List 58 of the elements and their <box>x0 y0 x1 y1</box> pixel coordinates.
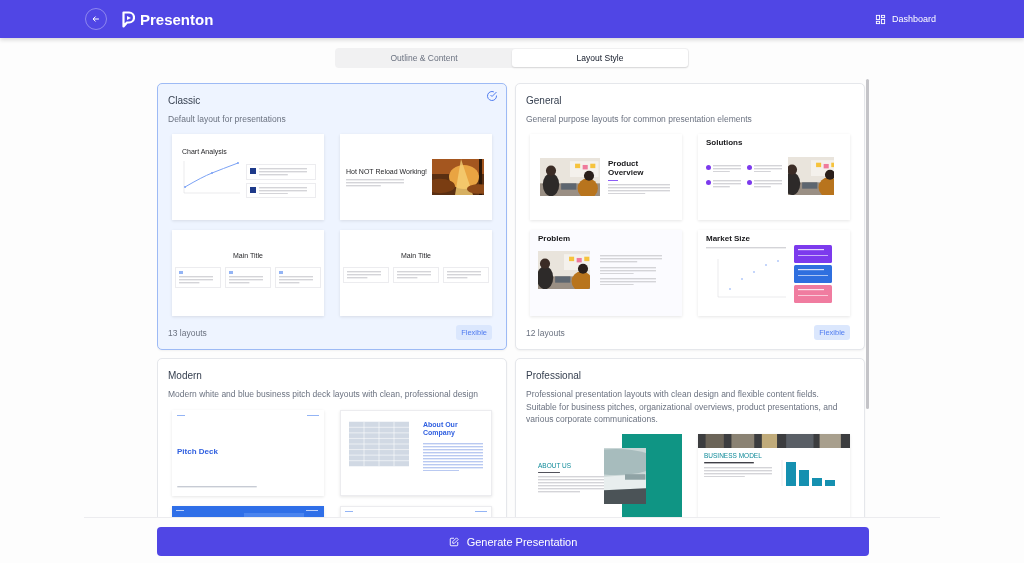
underline-icon <box>608 180 618 181</box>
info-card-drawing <box>794 265 832 284</box>
text-lines-drawing <box>600 278 656 286</box>
layout-description: Default layout for presentations <box>168 113 287 126</box>
square-icon <box>250 168 256 175</box>
text-lines-drawing <box>704 466 772 478</box>
text-lines-drawing <box>346 179 404 187</box>
logo-icon <box>122 10 135 28</box>
text-lines-drawing <box>423 442 483 472</box>
app-logo-text: Presenton <box>140 10 214 28</box>
layout-count: 13 layouts <box>168 327 207 338</box>
layout-description: General purpose layouts for common presentation elements <box>526 113 753 126</box>
text-lines-drawing <box>279 276 313 284</box>
dot-icon <box>747 180 752 186</box>
slide-title: Market Size <box>706 234 752 244</box>
text-lines-drawing <box>608 184 670 195</box>
layout-title: Classic <box>168 95 202 106</box>
info-card-drawing <box>794 285 832 304</box>
slide-title: Product Overview <box>608 160 645 177</box>
text-lines-drawing <box>600 255 662 263</box>
text-lines-drawing <box>538 471 560 474</box>
layout-title: General <box>526 95 563 106</box>
tab[interactable]: Outline & Content <box>336 49 512 67</box>
text-lines-drawing <box>397 271 431 279</box>
text-lines-drawing <box>259 168 307 176</box>
text-lines-drawing <box>600 266 656 274</box>
text-lines-drawing <box>259 186 307 195</box>
layout-description: Professional presentation layouts with clean design and flexible content fields. Suitable for business pitches, organizational overviews, product presentations, and various corporate communications. <box>526 388 839 426</box>
text-lines-drawing <box>347 271 381 279</box>
layout-title: Professional <box>526 370 583 382</box>
dashboard-link[interactable]: Dashboard <box>874 13 936 25</box>
info-card-drawing <box>794 245 832 264</box>
text-lines-drawing <box>229 276 263 284</box>
text-lines-drawing <box>754 164 782 173</box>
layout-count: 12 layouts <box>526 327 565 338</box>
dot-icon <box>706 164 711 170</box>
dot-icon <box>706 180 711 186</box>
slide-title: Pitch Deck <box>177 446 219 456</box>
text-lines-drawing <box>713 164 741 173</box>
back-arrow-icon <box>91 14 101 24</box>
slide-title: Solutions <box>706 138 744 148</box>
text-lines-drawing <box>447 271 481 279</box>
dot-icon <box>747 164 752 170</box>
text-lines-drawing <box>713 180 741 188</box>
check-circle-icon <box>486 90 498 102</box>
text-lines-drawing <box>704 462 754 464</box>
layout-description: Modern white and blue business pitch deck layouts with clean, professional design <box>168 388 479 401</box>
edit-icon <box>448 536 459 547</box>
generate-button[interactable]: Generate Presentation <box>157 527 869 556</box>
layout-title: Modern <box>168 370 203 382</box>
table-drawing <box>349 420 409 467</box>
grid-icon <box>874 13 886 25</box>
text-lines-drawing <box>754 180 782 188</box>
text-lines-drawing <box>179 276 213 284</box>
square-icon <box>250 186 256 193</box>
slide-title: Problem <box>538 234 571 244</box>
scrollbar[interactable] <box>866 79 869 409</box>
tab[interactable]: Layout Style <box>512 49 688 67</box>
